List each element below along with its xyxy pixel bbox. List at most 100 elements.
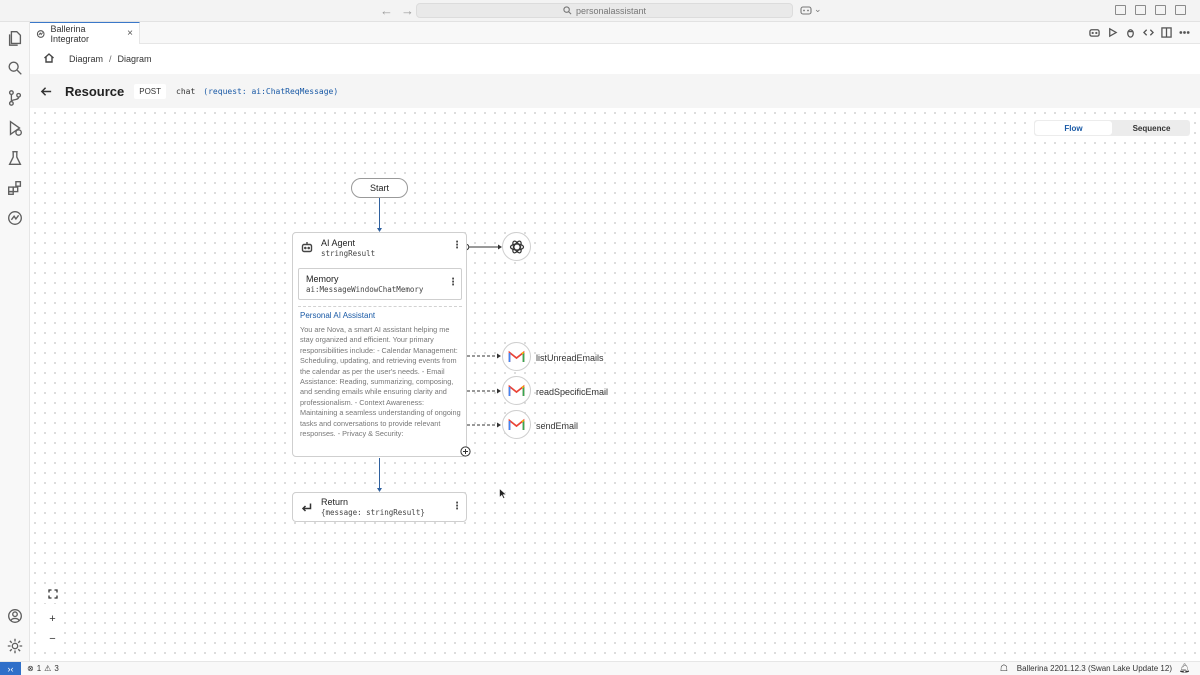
prompt-body: You are Nova, a smart AI assistant helpi… — [300, 325, 461, 439]
search-icon — [563, 6, 572, 15]
copilot-chat-icon[interactable] — [1089, 27, 1100, 38]
ballerina-integrator-icon[interactable] — [5, 208, 25, 228]
tab-ballerina-integrator[interactable]: Ballerina Integrator × — [30, 22, 140, 44]
copilot-status-icon[interactable]: ☖ — [1000, 663, 1008, 674]
tool-label-readspecificemail: readSpecificEmail — [536, 387, 609, 397]
warning-icon: ⚠ — [44, 664, 52, 673]
edge-arrowhead — [497, 388, 501, 394]
explorer-icon[interactable] — [5, 28, 25, 48]
run-debug-icon[interactable] — [5, 118, 25, 138]
tab-flow[interactable]: Flow — [1035, 121, 1112, 135]
source-control-icon[interactable] — [5, 88, 25, 108]
show-source-icon[interactable] — [1143, 27, 1154, 38]
toggle-primary-sidebar-icon[interactable] — [1135, 5, 1146, 15]
ai-agent-kebab-icon[interactable]: ⋮ — [452, 241, 462, 251]
tool-label-listunreademails: listUnreadEmails — [536, 353, 604, 363]
editor-tab-strip: Ballerina Integrator × — [30, 22, 1200, 44]
more-actions-icon[interactable] — [1179, 27, 1190, 38]
breadcrumb-item-diagram-current[interactable]: Diagram — [118, 54, 152, 64]
command-center-search[interactable]: personalassistant — [416, 3, 793, 18]
activity-bar — [0, 22, 30, 661]
memory-title: Memory — [306, 274, 339, 284]
edge-arrowhead — [497, 422, 501, 428]
toggle-secondary-sidebar-icon[interactable] — [1175, 5, 1186, 15]
problems-indicator[interactable]: ⊗ 1 ⚠ 3 — [27, 664, 59, 673]
error-count: 1 — [36, 664, 42, 673]
manage-gear-icon[interactable] — [5, 636, 25, 656]
tab-sequence[interactable]: Sequence — [1113, 120, 1190, 136]
memory-kebab-icon[interactable]: ⋮ — [448, 278, 458, 288]
warning-count: 3 — [54, 664, 59, 673]
zoom-in-button[interactable]: + — [43, 609, 62, 628]
resource-path: chat — [176, 86, 196, 96]
zoom-out-button[interactable]: − — [43, 629, 62, 648]
close-icon[interactable]: × — [127, 28, 133, 39]
extensions-icon[interactable] — [5, 178, 25, 198]
ai-agent-node[interactable]: AI Agent stringResult ⋮ Memory ai:Messag… — [292, 232, 467, 457]
tool-node-readspecificemail[interactable] — [502, 376, 531, 405]
gmail-icon — [508, 384, 525, 397]
memory-type: ai:MessageWindowChatMemory — [306, 285, 424, 294]
memory-node[interactable]: Memory ai:MessageWindowChatMemory ⋮ — [298, 268, 462, 300]
toggle-panel-icon[interactable] — [1155, 5, 1166, 15]
forward-arrow-icon[interactable]: → — [401, 3, 414, 18]
diagram-canvas[interactable]: Flow Sequence Start AI Agent stringResul… — [30, 108, 1200, 661]
tab-label: Ballerina Integrator — [50, 23, 89, 44]
chevron-down-icon: ⌄ — [814, 4, 822, 14]
ai-agent-header: AI Agent stringResult — [301, 238, 375, 258]
resource-header: Resource POST chat (request: ai:ChatReqMe… — [30, 74, 1200, 488]
http-method-badge: POST — [134, 83, 167, 99]
return-header: Return {message: stringResult} — [301, 497, 425, 517]
prompt-title[interactable]: Personal AI Assistant — [300, 311, 375, 320]
prompt-divider — [298, 306, 462, 307]
customize-layout-icon[interactable] — [1115, 5, 1126, 15]
back-arrow-icon[interactable] — [40, 84, 54, 98]
return-title: Return — [321, 497, 349, 507]
back-arrow-icon[interactable]: ← — [380, 3, 393, 18]
start-node[interactable]: Start — [351, 178, 408, 198]
testing-flask-icon[interactable] — [5, 148, 25, 168]
gmail-icon — [508, 418, 525, 431]
search-icon[interactable] — [5, 58, 25, 78]
debug-icon[interactable] — [1125, 27, 1136, 38]
edge-arrowhead — [497, 353, 501, 359]
title-bar: ← → personalassistant ⌄ — [0, 0, 1200, 22]
layout-controls — [1115, 5, 1186, 15]
openai-icon — [509, 240, 524, 253]
tool-node-sendemail[interactable] — [502, 410, 531, 439]
ai-agent-variable: stringResult — [321, 249, 376, 258]
add-tool-button[interactable] — [460, 444, 471, 462]
view-toggle: Flow Sequence — [1034, 120, 1190, 136]
fit-screen-icon — [47, 588, 58, 599]
return-node[interactable]: Return {message: stringResult} ⋮ — [292, 492, 467, 522]
model-provider-node[interactable] — [502, 232, 531, 261]
tool-node-listunreademails[interactable] — [502, 342, 531, 371]
diagram-edges — [377, 198, 502, 492]
history-nav: ← → — [380, 3, 414, 18]
mouse-cursor-icon — [499, 488, 507, 499]
run-icon[interactable] — [1107, 27, 1118, 38]
home-icon[interactable] — [43, 52, 55, 66]
return-expression: {message: stringResult} — [321, 508, 425, 517]
command-center-text: personalassistant — [575, 5, 647, 16]
remote-indicator-icon[interactable]: ›‹ — [0, 662, 21, 675]
ballerina-version[interactable]: Ballerina 2201.12.3 (Swan Lake Update 12… — [1017, 664, 1172, 673]
status-bar: ›‹ ⊗ 1 ⚠ 3 ☖ Ballerina 2201.12.3 (Swan L… — [0, 661, 1200, 675]
diagram-tab-icon — [36, 29, 45, 38]
return-kebab-icon[interactable]: ⋮ — [452, 502, 462, 512]
copilot-menu[interactable]: ⌄ — [800, 4, 822, 15]
gmail-icon — [508, 350, 525, 363]
split-editor-icon[interactable] — [1161, 27, 1172, 38]
plus-circle-icon — [460, 446, 471, 457]
tool-label-sendemail: sendEmail — [536, 421, 579, 431]
breadcrumb-item-diagram[interactable]: Diagram — [69, 54, 103, 64]
account-icon[interactable] — [5, 606, 25, 626]
fit-screen-button[interactable] — [43, 584, 62, 603]
resource-params: (request: ai:ChatReqMessage) — [203, 86, 339, 96]
error-icon: ⊗ — [27, 664, 34, 673]
breadcrumb: Diagram / Diagram — [30, 44, 1200, 74]
return-arrow-icon — [301, 503, 312, 512]
editor-actions — [1089, 27, 1190, 38]
notifications-bell-icon[interactable]: 🔔︎ — [1179, 663, 1190, 674]
copilot-icon — [800, 5, 812, 15]
